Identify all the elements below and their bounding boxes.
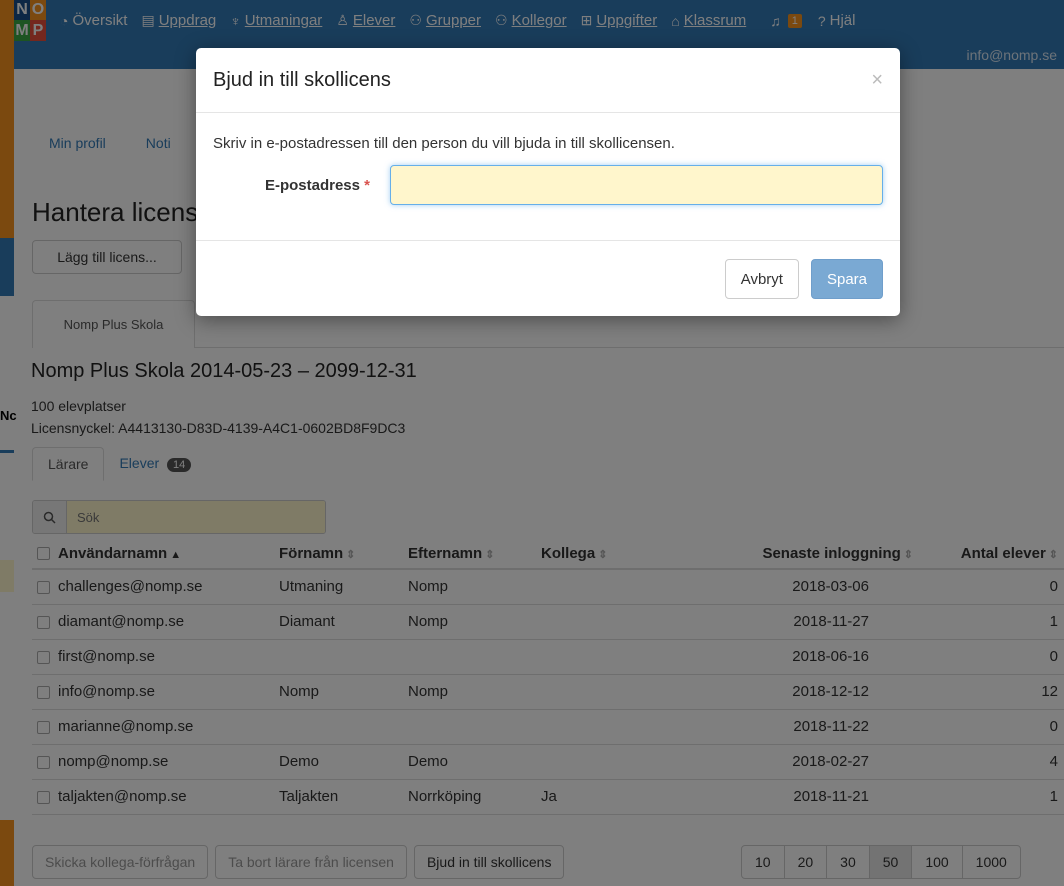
modal-footer: Avbryt Spara bbox=[196, 241, 900, 317]
modal-title: Bjud in till skollicens bbox=[213, 68, 391, 91]
invite-modal: Bjud in till skollicens × Skriv in e-pos… bbox=[196, 48, 900, 316]
save-button[interactable]: Spara bbox=[810, 259, 883, 299]
email-label: E-postadress * bbox=[264, 176, 370, 194]
modal-header: Bjud in till skollicens × bbox=[196, 48, 900, 113]
modal-body: Skriv in e-postadressen till den person … bbox=[196, 113, 900, 241]
required-marker: * bbox=[364, 176, 370, 194]
cancel-button[interactable]: Avbryt bbox=[724, 259, 799, 299]
email-field[interactable] bbox=[390, 165, 883, 205]
close-icon[interactable]: × bbox=[871, 69, 883, 92]
email-form-row: E-postadress * bbox=[213, 165, 883, 205]
modal-description: Skriv in e-postadressen till den person … bbox=[213, 135, 675, 152]
